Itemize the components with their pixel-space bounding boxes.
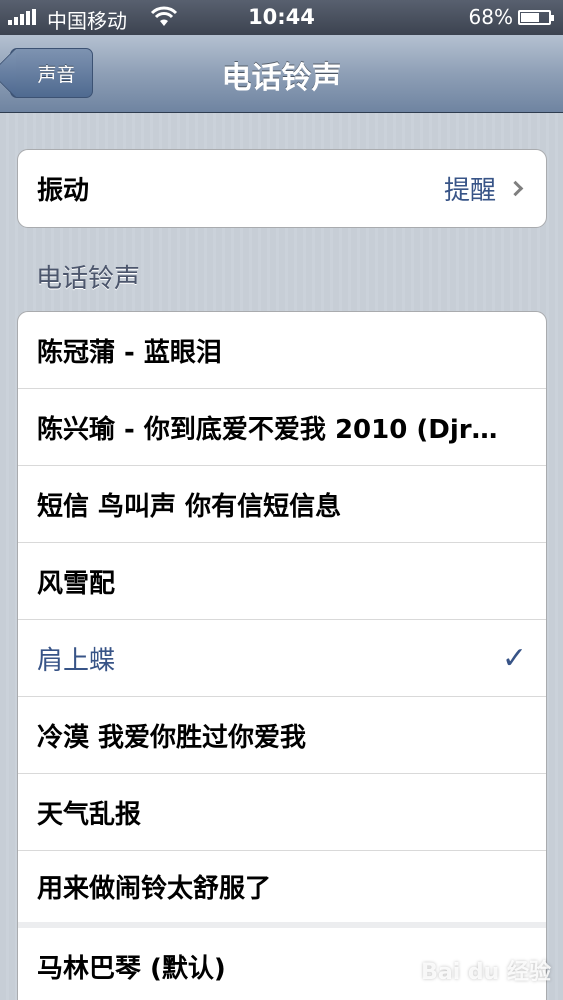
checkmark-icon: ✓ <box>501 640 527 676</box>
ringtone-item[interactable]: 陈冠蒲 - 蓝眼泪 <box>18 312 546 389</box>
watermark-text: Bai du 经验 <box>421 960 551 985</box>
ringtone-label: 肩上蝶 <box>37 645 116 676</box>
ringtone-label: 冷漠 我爱你胜过你爱我 <box>37 722 307 753</box>
ringtone-label: 陈兴瑜 - 你到底爱不爱我 2010 (Djr… <box>37 414 498 445</box>
back-button-label: 声音 <box>37 63 76 86</box>
vibration-value: 提醒 <box>443 176 496 206</box>
watermark: Bai du 经验 <box>389 954 551 986</box>
ringtone-item[interactable]: 冷漠 我爱你胜过你爱我 <box>18 697 546 774</box>
ringtone-label: 短信 鸟叫声 你有信短信息 <box>37 491 342 522</box>
paw-logo-icon <box>389 956 418 984</box>
page-title: 电话铃声 <box>221 61 342 96</box>
ringtone-label: 风雪配 <box>37 568 116 599</box>
ringtone-item[interactable]: 用来做闹铃太舒服了 <box>18 851 546 928</box>
status-bar: 中国移动 10:44 68% <box>0 0 563 35</box>
ringtone-list: 陈冠蒲 - 蓝眼泪 陈兴瑜 - 你到底爱不爱我 2010 (Djr… 短信 鸟叫… <box>17 311 547 1000</box>
navigation-bar: 声音 电话铃声 <box>0 35 563 113</box>
ringtone-label: 陈冠蒲 - 蓝眼泪 <box>37 337 222 368</box>
vibration-label: 振动 <box>37 176 90 206</box>
section-header-ringtones: 电话铃声 <box>36 264 141 294</box>
ringtone-item[interactable]: 短信 鸟叫声 你有信短信息 <box>18 466 546 543</box>
ringtone-item[interactable]: 陈兴瑜 - 你到底爱不爱我 2010 (Djr… <box>18 389 546 466</box>
battery-percent: 68% <box>468 5 513 29</box>
ringtone-item[interactable]: 天气乱报 <box>18 774 546 851</box>
ringtone-label: 天气乱报 <box>37 799 142 830</box>
vibration-row[interactable]: 振动 提醒 <box>18 150 546 227</box>
ringtone-item[interactable]: 风雪配 <box>18 543 546 620</box>
vibration-group: 振动 提醒 <box>17 149 547 228</box>
ringtone-label: 用来做闹铃太舒服了 <box>37 874 272 904</box>
battery-icon <box>518 10 554 25</box>
battery-level <box>521 13 539 22</box>
ringtone-item-selected[interactable]: 肩上蝶 ✓ <box>18 620 546 697</box>
chevron-right-icon <box>507 180 524 197</box>
